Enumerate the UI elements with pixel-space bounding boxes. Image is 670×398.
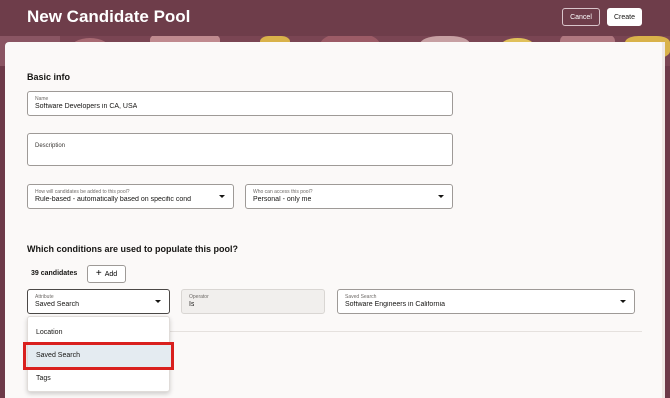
access-select[interactable]: Who can access this pool? Personal - onl… [245,184,453,209]
chevron-down-icon [438,195,444,198]
operator-label: Operator [189,294,209,300]
chevron-down-icon [620,300,626,303]
candidate-count: 39 candidates [31,270,78,277]
chevron-down-icon [219,195,225,198]
attribute-label: Attribute [35,294,54,300]
name-value: Software Developers in CA, USA [35,103,138,110]
saved-search-label: Saved Search [345,294,377,300]
add-method-label: How will candidates be added to this poo… [35,189,130,195]
dropdown-option-tags[interactable]: Tags [28,367,171,390]
saved-search-select[interactable]: Saved Search Software Engineers in Calif… [337,289,635,314]
add-label: Add [104,270,118,278]
add-method-value: Rule-based - automatically based on spec… [35,196,192,203]
access-label: Who can access this pool? [253,189,313,195]
attribute-select[interactable]: Attribute Saved Search [27,289,170,314]
header-bar: New Candidate Pool Cancel Create [0,0,670,36]
add-method-select[interactable]: How will candidates be added to this poo… [27,184,234,209]
conditions-heading: Which conditions are used to populate th… [27,244,238,254]
description-field[interactable]: Description [27,133,453,166]
attribute-value: Saved Search [35,301,79,308]
highlight-annotation [23,342,174,370]
access-value: Personal - only me [253,196,312,203]
plus-icon: + [95,268,102,279]
create-button[interactable]: Create [607,8,642,26]
name-field[interactable]: Name Software Developers in CA, USA [27,91,453,116]
page-title: New Candidate Pool [27,7,191,26]
operator-value: Is [189,301,195,308]
operator-field: Operator Is [181,289,325,314]
saved-search-value: Software Engineers in California [345,301,445,308]
add-condition-button[interactable]: + Add [87,265,126,283]
name-label: Name [35,96,49,102]
dropdown-option-location[interactable]: Location [28,321,171,344]
cancel-button[interactable]: Cancel [562,8,600,26]
scrollbar[interactable] [662,42,665,398]
chevron-down-icon [155,300,161,303]
basic-info-heading: Basic info [27,72,71,82]
description-label: Description [35,143,66,149]
